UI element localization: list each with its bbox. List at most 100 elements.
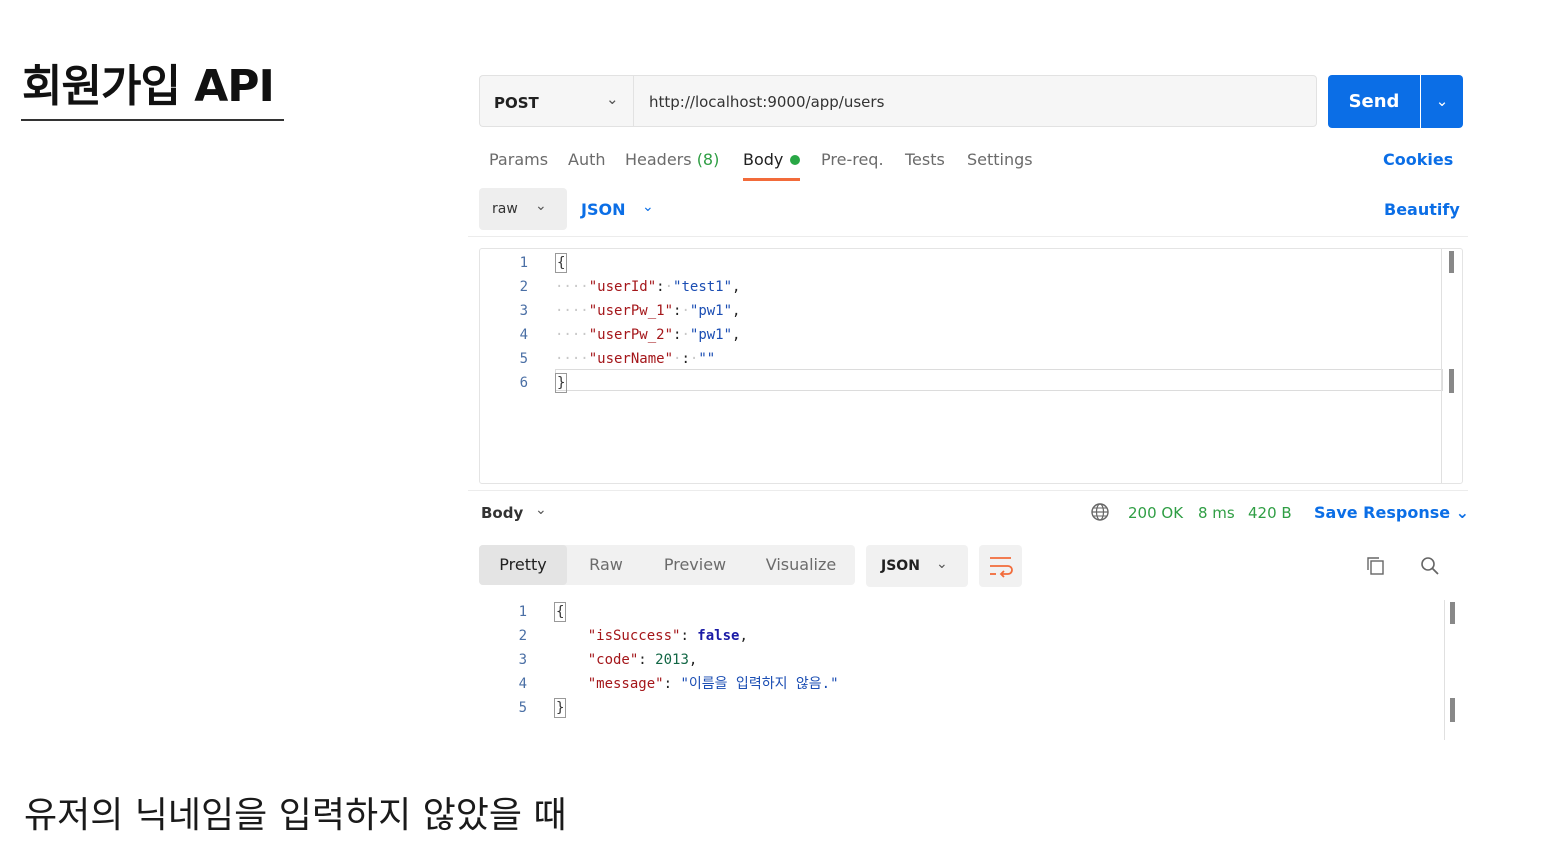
json-key: "userId"	[588, 279, 657, 295]
chevron-down-icon: ⌄	[936, 556, 948, 572]
close-brace: }	[554, 698, 567, 718]
tab-pretty[interactable]: Pretty	[479, 545, 567, 585]
tab-auth[interactable]: Auth	[568, 150, 606, 169]
tab-headers-label: Headers	[625, 150, 692, 169]
save-response-label: Save Response	[1314, 503, 1451, 522]
line-number: 5	[518, 700, 527, 716]
save-response-button[interactable]: Save Response ⌄	[1314, 503, 1469, 522]
line-number: 1	[519, 255, 528, 271]
scrollbar-thumb[interactable]	[1450, 602, 1455, 624]
status-code[interactable]: 200 OK	[1128, 504, 1183, 522]
postman-window: POST ⌄ http://localhost:9000/app/users S…	[468, 66, 1469, 746]
code-line: 6}	[480, 371, 568, 395]
slide-caption: 유저의 닉네임을 입력하지 않았을 때	[24, 795, 567, 836]
search-icon[interactable]	[1419, 555, 1441, 577]
chevron-down-icon: ⌄	[1435, 92, 1449, 110]
open-brace: {	[554, 602, 567, 622]
tab-body-label: Body	[743, 150, 784, 169]
line-number: 2	[519, 279, 528, 295]
json-value: "이름을 입력하지 않음."	[680, 676, 839, 692]
code-line: 4 "message": "이름을 입력하지 않음."	[479, 672, 839, 696]
body-mode-label: raw	[492, 201, 518, 217]
cookies-link[interactable]: Cookies	[1383, 150, 1453, 169]
divider	[468, 490, 1468, 491]
slide-title: 회원가입 API	[22, 61, 275, 112]
tab-params[interactable]: Params	[489, 150, 548, 169]
json-key: "userPw_1"	[588, 303, 674, 319]
title-underline	[21, 119, 284, 121]
chevron-down-icon: ⌄	[606, 90, 619, 108]
tab-headers[interactable]: Headers (8)	[625, 150, 719, 169]
tab-body[interactable]: Body	[743, 150, 801, 169]
chevron-down-icon: ⌄	[535, 502, 547, 518]
copy-icon[interactable]	[1365, 555, 1387, 577]
wrap-lines-icon	[990, 557, 1013, 578]
body-active-dot-icon	[790, 154, 801, 165]
json-key: "message"	[587, 676, 664, 692]
code-line: 5}	[479, 696, 567, 720]
request-body-editor[interactable]: 1{ 2 ····"userId":·"test1", 3 ····"userPw_…	[479, 248, 1463, 484]
line-number: 3	[519, 303, 528, 319]
json-value: "test1"	[673, 279, 733, 295]
json-key: "userName"	[588, 351, 674, 367]
scrollbar-track	[1444, 600, 1445, 740]
code-line: 4 ····"userPw_2":·"pw1",	[480, 323, 741, 347]
json-value: false	[697, 628, 740, 644]
json-key: "isSuccess"	[587, 628, 681, 644]
code-line: 1{	[480, 251, 568, 275]
send-button[interactable]: Send	[1328, 75, 1420, 128]
wrap-lines-button[interactable]	[979, 545, 1022, 587]
json-key: "userPw_2"	[588, 327, 674, 343]
open-brace: {	[555, 253, 568, 273]
line-number: 5	[519, 351, 528, 367]
body-mode-select[interactable]: raw ⌄	[479, 188, 567, 230]
json-value: "pw1"	[689, 303, 733, 319]
chevron-down-icon: ⌄	[535, 198, 547, 214]
send-dropdown-button[interactable]: ⌄	[1421, 75, 1463, 128]
code-line: 1{	[479, 600, 567, 624]
line-number: 3	[518, 652, 527, 668]
scrollbar-thumb[interactable]	[1449, 251, 1454, 273]
line-number: 6	[519, 375, 528, 391]
code-line: 2 "isSuccess": false,	[479, 624, 748, 648]
response-view-tabs: Pretty Raw Preview Visualize	[479, 545, 855, 585]
divider	[468, 236, 1468, 237]
line-number: 4	[519, 327, 528, 343]
response-size[interactable]: 420 B	[1248, 504, 1292, 522]
response-body-viewer[interactable]: 1{ 2 "isSuccess": false, 3 "code": 2013,…	[479, 600, 1463, 746]
tab-raw[interactable]: Raw	[571, 545, 641, 585]
json-value: 2013	[655, 652, 689, 668]
scrollbar-thumb[interactable]	[1449, 369, 1454, 393]
code-line: 3 "code": 2013,	[479, 648, 698, 672]
tab-visualize[interactable]: Visualize	[755, 545, 847, 585]
chevron-down-icon: ⌄	[642, 199, 654, 215]
code-line: 3 ····"userPw_1":·"pw1",	[480, 299, 741, 323]
close-brace: }	[555, 373, 568, 393]
method-label: POST	[494, 94, 539, 112]
headers-count-badge: (8)	[696, 150, 720, 169]
response-time[interactable]: 8 ms	[1198, 504, 1235, 522]
tab-settings[interactable]: Settings	[967, 150, 1033, 169]
code-line: 2 ····"userId":·"test1",	[480, 275, 741, 299]
json-key: "code"	[587, 652, 639, 668]
tab-preview[interactable]: Preview	[655, 545, 735, 585]
chevron-down-icon: ⌄	[1455, 503, 1470, 522]
scrollbar-thumb[interactable]	[1450, 698, 1455, 722]
globe-icon[interactable]	[1090, 502, 1110, 522]
code-line: 5 ····"userName"·:·""	[480, 347, 716, 371]
beautify-button[interactable]: Beautify	[1384, 200, 1460, 219]
response-format-select[interactable]: JSON ⌄	[866, 545, 968, 587]
json-value: "pw1"	[689, 327, 733, 343]
body-format-select[interactable]: JSON	[581, 200, 625, 219]
active-tab-indicator	[743, 178, 800, 181]
json-value: ""	[698, 351, 716, 367]
scrollbar-track	[1441, 249, 1442, 483]
line-number: 1	[518, 604, 527, 620]
response-body-label[interactable]: Body	[481, 504, 523, 522]
url-input[interactable]: http://localhost:9000/app/users	[633, 75, 1317, 127]
line-number: 2	[518, 628, 527, 644]
tab-prereq[interactable]: Pre-req.	[821, 150, 884, 169]
tab-tests[interactable]: Tests	[905, 150, 945, 169]
method-select[interactable]: POST ⌄	[479, 75, 633, 127]
active-line-highlight	[555, 369, 1443, 391]
